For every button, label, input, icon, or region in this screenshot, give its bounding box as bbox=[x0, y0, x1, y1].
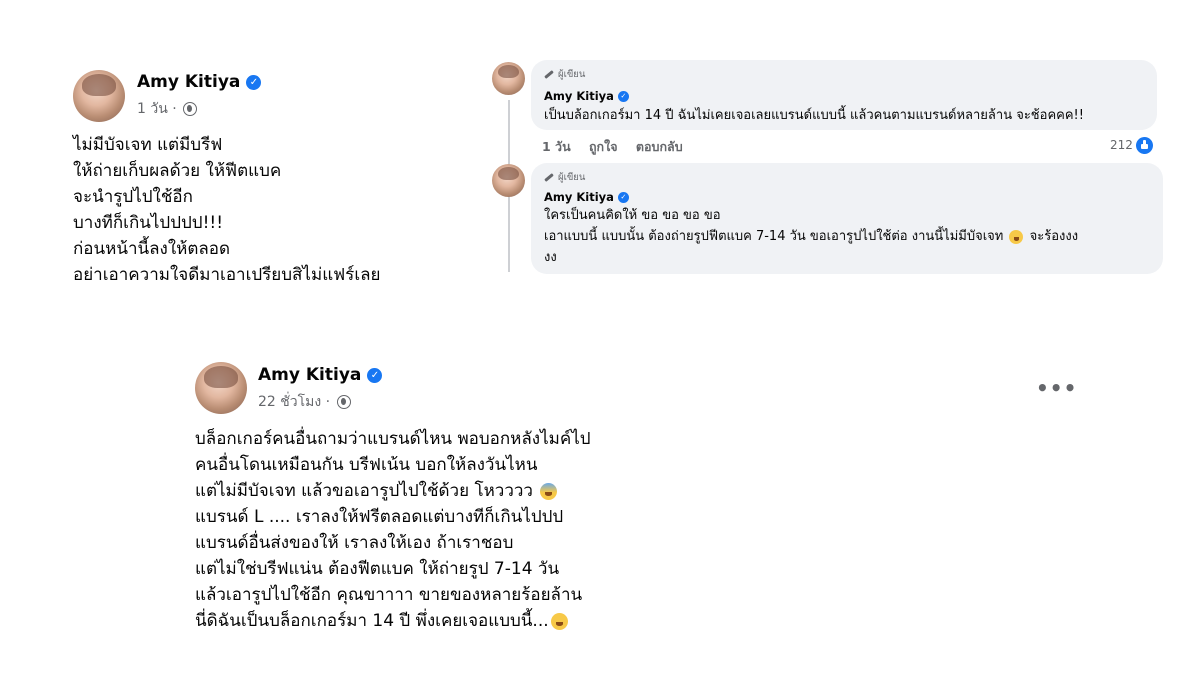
post-body: บล็อกเกอร์คนอื่นถามว่าแบรนด์ไหน พอบอกหลั… bbox=[195, 426, 591, 634]
post-time[interactable]: 22 ชั่วโมง · bbox=[258, 394, 330, 410]
comment-time[interactable]: 1 วัน bbox=[542, 139, 571, 154]
grimacing-emoji bbox=[550, 612, 568, 630]
verified-badge-icon: ✓ bbox=[617, 192, 629, 203]
comment-avatar[interactable] bbox=[492, 62, 525, 95]
comment-actions: 1 วัน ถูกใจ ตอบกลับ bbox=[542, 137, 697, 157]
author-badge-label: ผู้เขียน bbox=[558, 69, 586, 80]
author-avatar[interactable] bbox=[73, 70, 125, 122]
post-meta: 1 วัน · bbox=[137, 98, 198, 120]
globe-icon bbox=[336, 395, 351, 409]
verified-badge-icon: ✓ bbox=[367, 367, 383, 383]
comment-bubble: ผู้เขียน Amy Kitiya ✓ ใครเป็นคนคิดให้ ขอ … bbox=[531, 163, 1163, 274]
comment-line: งง bbox=[544, 250, 557, 265]
like-icon bbox=[1135, 137, 1153, 154]
post-line: นี่ดิฉันเป็นบล็อกเกอร์มา 14 ปี พึ่งเคยเจ… bbox=[195, 608, 591, 634]
comment-author-name[interactable]: Amy Kitiya ✓ bbox=[544, 89, 629, 103]
post-line: แบรนด์ L .... เราลงให้ฟรีตลอดแต่บางทีก็เ… bbox=[195, 507, 564, 527]
post-line-text: นี่ดิฉันเป็นบล็อกเกอร์มา 14 ปี พึ่งเคยเจ… bbox=[195, 611, 549, 631]
post-line: แต่ไม่ใช่บรีฟแน่น ต้องฟีตแบค ให้ถ่ายรูป … bbox=[195, 559, 560, 579]
comment-author-text[interactable]: Amy Kitiya bbox=[544, 190, 614, 204]
post-line: คนอื่นโดนเหมือนกัน บรีฟเน้น บอกให้ลงวันไ… bbox=[195, 455, 538, 475]
author-badge: ผู้เขียน bbox=[544, 170, 585, 185]
comment-line-text: เอาแบบนี้ แบบนั้น ต้องถ่ายรูปฟีตแบค 7-14… bbox=[544, 229, 1004, 244]
post-line: จะนำรูปไปใช้อีก bbox=[73, 187, 193, 207]
comment-line: ใครเป็นคนคิดให้ ขอ ขอ ขอ ขอ bbox=[544, 208, 721, 223]
author-name[interactable]: Amy Kitiya ✓ bbox=[258, 365, 383, 385]
post-line: แต่ไม่มีบัจเจท แล้วขอเอารูปไปใช้ด้วย โหว… bbox=[195, 478, 591, 504]
author-badge-label: ผู้เขียน bbox=[558, 172, 586, 183]
post-body: ไม่มีบัจเจท แต่มีบรีฟ ให้ถ่ายเก็บผลด้วย … bbox=[73, 132, 381, 288]
post-line: บล็อกเกอร์คนอื่นถามว่าแบรนด์ไหน พอบอกหลั… bbox=[195, 429, 591, 449]
reaction-count-text: 212 bbox=[1110, 138, 1133, 152]
like-button[interactable]: ถูกใจ bbox=[589, 139, 618, 154]
more-options-icon[interactable]: ••• bbox=[1036, 376, 1077, 400]
post-line: แบรนด์อื่นส่งของให้ เราลงให้เอง ถ้าเราชอ… bbox=[195, 533, 514, 553]
author-badge: ผู้เขียน bbox=[544, 67, 585, 82]
post-line: แล้วเอารูปไปใช้อีก คุณขาาาา ขายของหลายร้… bbox=[195, 585, 583, 605]
comment-line: เอาแบบนี้ แบบนั้น ต้องถ่ายรูปฟีตแบค 7-14… bbox=[544, 226, 1078, 247]
anxious-emoji bbox=[540, 482, 558, 500]
pencil-icon bbox=[544, 70, 554, 79]
post-meta: 22 ชั่วโมง · bbox=[258, 391, 351, 413]
author-name-text[interactable]: Amy Kitiya bbox=[137, 72, 240, 92]
post-line: ก่อนหน้านี้ลงให้ตลอด bbox=[73, 239, 231, 259]
post-line: บางทีก็เกินไปปปป!!! bbox=[73, 213, 224, 233]
author-name-text[interactable]: Amy Kitiya bbox=[258, 365, 361, 385]
verified-badge-icon: ✓ bbox=[246, 74, 262, 90]
post-time[interactable]: 1 วัน · bbox=[137, 101, 177, 117]
post-line-text: แต่ไม่มีบัจเจท แล้วขอเอารูปไปใช้ด้วย โหว… bbox=[195, 481, 533, 501]
comment-text: ใครเป็นคนคิดให้ ขอ ขอ ขอ ขอ เอาแบบนี้ แบ… bbox=[544, 205, 1078, 268]
pencil-icon bbox=[544, 173, 554, 182]
laughing-emoji bbox=[1009, 229, 1024, 244]
author-name[interactable]: Amy Kitiya ✓ bbox=[137, 72, 262, 92]
comment-author-name[interactable]: Amy Kitiya ✓ bbox=[544, 190, 629, 204]
author-avatar[interactable] bbox=[195, 362, 247, 414]
post-line: อย่าเอาความใจดีมาเอาเปรียบสิไม่แฟร์เลย bbox=[73, 265, 381, 285]
reaction-count[interactable]: 212 bbox=[1110, 137, 1153, 154]
comment-author-text[interactable]: Amy Kitiya bbox=[544, 89, 614, 103]
reply-button[interactable]: ตอบกลับ bbox=[636, 139, 683, 154]
comment-line-text: จะร้องงง bbox=[1029, 229, 1079, 244]
post-line: ให้ถ่ายเก็บผลด้วย ให้ฟีตแบค bbox=[73, 161, 282, 181]
comment-bubble: ผู้เขียน Amy Kitiya ✓ เป็นบล้อกเกอร์มา 14… bbox=[531, 60, 1157, 130]
verified-badge-icon: ✓ bbox=[617, 91, 629, 102]
globe-icon bbox=[183, 102, 198, 116]
comment-text: เป็นบล้อกเกอร์มา 14 ปี ฉันไม่เคยเจอเลยแบ… bbox=[544, 108, 1084, 123]
post-line: ไม่มีบัจเจท แต่มีบรีฟ bbox=[73, 135, 223, 155]
comment-avatar[interactable] bbox=[492, 164, 525, 197]
